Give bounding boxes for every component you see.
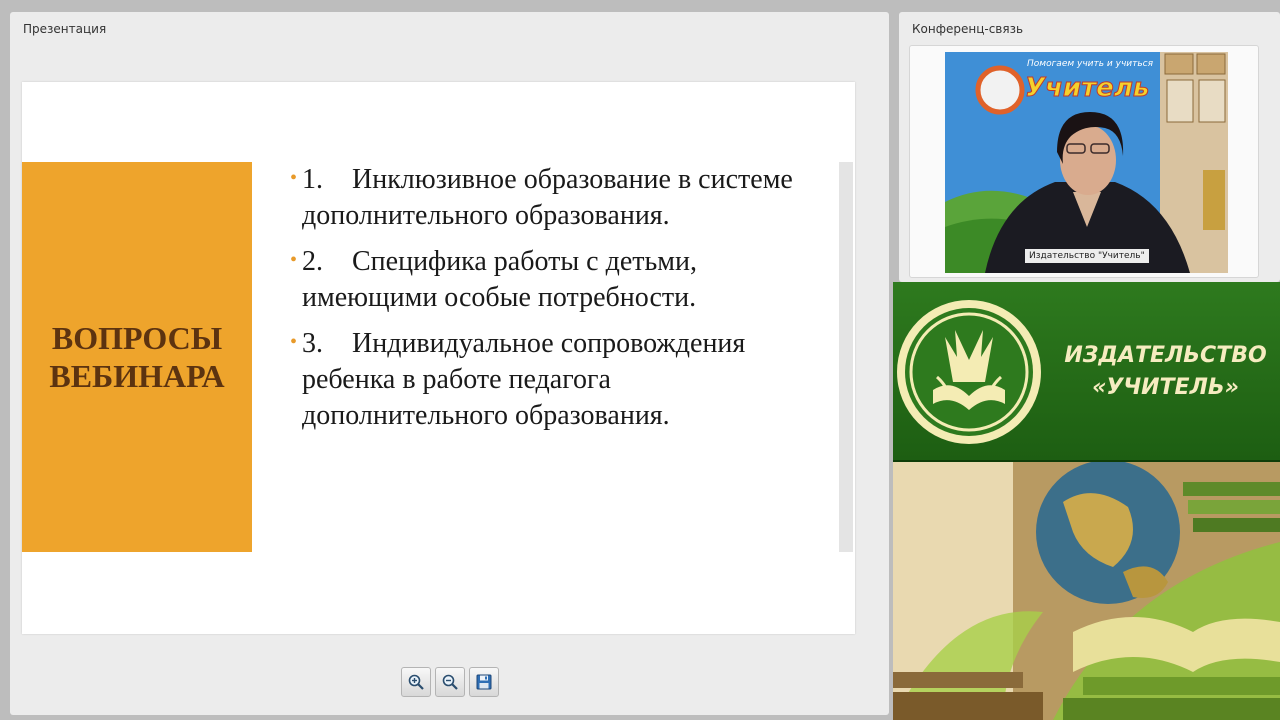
publisher-banner: ИЗДАТЕЛЬСТВО «УЧИТЕЛЬ»	[893, 282, 1280, 720]
slide-heading-block: ВОПРОСЫ ВЕБИНАРА	[22, 162, 252, 552]
slide: ВОПРОСЫ ВЕБИНАРА • 1. Инклюзивное образов…	[22, 82, 855, 634]
publisher-logo	[897, 300, 1041, 444]
item-text: Инклюзивное образование в системе дополн…	[302, 164, 793, 231]
item-text: Специфика работы с детьми, имеющими особ…	[302, 246, 697, 313]
presentation-panel: Презентация ВОПРОСЫ ВЕБИНАРА • 1. Инклюзи…	[10, 12, 889, 715]
slide-list: • 1. Инклюзивное образование в системе до…	[290, 162, 810, 444]
books-globe-art	[893, 460, 1280, 720]
save-icon	[476, 674, 492, 690]
save-button[interactable]	[469, 667, 499, 697]
poster-slogan: Помогаем учить и учиться	[1027, 59, 1154, 69]
slide-heading: ВОПРОСЫ ВЕБИНАРА	[49, 320, 225, 394]
item-text: Индивидуальное сопровождения ребенка в р…	[302, 328, 746, 431]
zoom-out-icon	[442, 674, 458, 690]
webcam-video[interactable]: Помогаем учить и учиться Учитель Издател…	[945, 52, 1228, 273]
bullet-icon: •	[290, 331, 298, 353]
brand-name: ИЗДАТЕЛЬСТВО «УЧИТЕЛЬ»	[1064, 343, 1267, 400]
slide-toolbar	[401, 667, 499, 697]
conference-panel: Конференц-связь Помогаем учить и учиться…	[899, 12, 1280, 282]
bullet-icon: •	[290, 167, 298, 189]
slide-list-item: • 2. Специфика работы с детьми, имеющими …	[290, 244, 810, 316]
books-illustration	[893, 460, 1280, 720]
item-number: 2.	[302, 246, 323, 277]
poster-brand: Учитель	[1025, 73, 1149, 103]
slide-list-item: • 1. Инклюзивное образование в системе до…	[290, 162, 810, 234]
slide-list-item: • 3. Индивидуальное сопровождения ребенка…	[290, 326, 810, 434]
item-number: 1.	[302, 164, 323, 195]
zoom-in-button[interactable]	[401, 667, 431, 697]
item-number: 3.	[302, 328, 323, 359]
slide-scrollbar[interactable]	[839, 162, 853, 552]
video-caption: Издательство "Учитель"	[1025, 249, 1149, 263]
brand-box: ИЗДАТЕЛЬСТВО «УЧИТЕЛЬ»	[893, 282, 1280, 462]
presentation-title: Презентация	[23, 22, 107, 36]
zoom-out-button[interactable]	[435, 667, 465, 697]
webcam-scene: Помогаем учить и учиться Учитель	[945, 52, 1228, 273]
zoom-in-icon	[408, 674, 424, 690]
video-frame: Помогаем учить и учиться Учитель Издател…	[909, 45, 1259, 278]
bullet-icon: •	[290, 249, 298, 271]
conference-title: Конференц-связь	[912, 22, 1024, 36]
